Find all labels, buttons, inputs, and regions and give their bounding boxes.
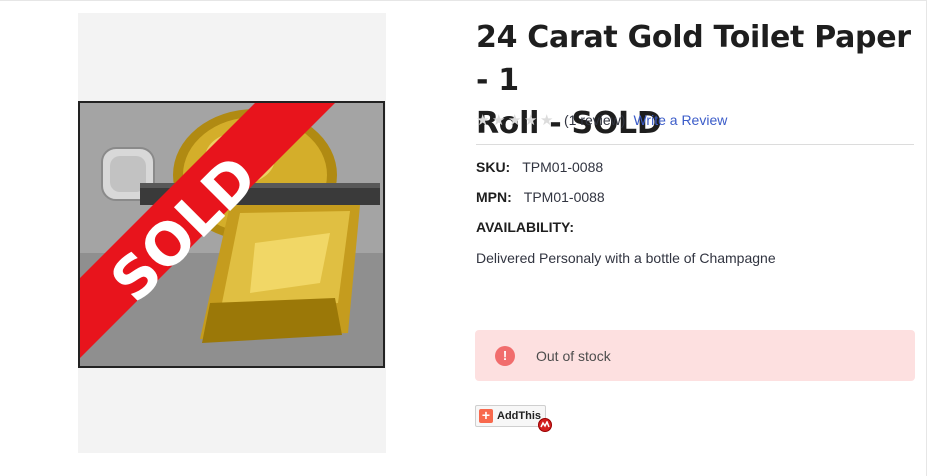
availability-label: AVAILABILITY: [476,219,574,235]
star-icon: ★ [476,111,490,129]
write-review-link[interactable]: Write a Review [633,112,727,128]
addthis-badge-icon [538,418,552,432]
sku-label: SKU: [476,159,511,175]
mpn-label: MPN: [476,189,512,205]
availability-description: Delivered Personaly with a bottle of Cha… [476,250,776,266]
star-icon: ★ [540,111,554,129]
addthis-label: AddThis [497,410,541,422]
star-icon: ★ [508,111,522,129]
availability-row: AVAILABILITY: [476,219,574,235]
plus-icon: + [479,408,493,423]
mpn-value: TPM01-0088 [523,189,605,205]
star-icon: ★ [492,111,506,129]
product-title-line1: 24 Carat Gold Toilet Paper - 1 [476,20,911,98]
sku-row: SKU: TPM01-0088 [476,159,603,175]
out-of-stock-text: Out of stock [536,347,611,364]
addthis-share-button[interactable]: + AddThis [475,405,546,427]
rating-row: ★ ★ ★ ★ ★ (1 review) Write a Review [476,110,727,130]
sku-value: TPM01-0088 [522,159,604,175]
product-image[interactable]: SOLD [78,101,385,368]
mpn-row: MPN: TPM01-0088 [476,189,605,205]
exclamation-icon: ! [495,345,515,366]
divider [476,144,914,145]
out-of-stock-alert: ! Out of stock [475,330,915,381]
review-count[interactable]: (1 review) [564,112,625,128]
star-icon: ★ [524,111,538,129]
star-rating: ★ ★ ★ ★ ★ [476,111,554,129]
